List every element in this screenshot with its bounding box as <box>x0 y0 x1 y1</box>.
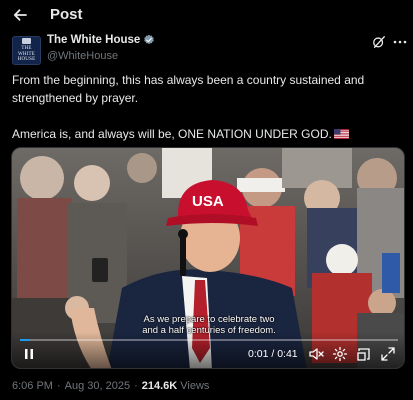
arrow-left-icon <box>13 9 27 21</box>
post-header: Post <box>0 0 413 30</box>
meta-separator-2: · <box>134 380 138 392</box>
pause-icon[interactable] <box>22 347 36 361</box>
verified-badge-icon <box>144 34 155 45</box>
page-title: Post <box>50 6 83 23</box>
video-player[interactable]: USA As we prepare to celebrate two and a… <box>11 147 405 369</box>
caption-line-1: As we prepare to celebrate two <box>143 314 275 325</box>
back-button[interactable] <box>10 5 30 25</box>
post-paragraph-2-text: America is, and always will be, ONE NATI… <box>12 127 332 141</box>
post-time[interactable]: 6:06 PM <box>12 380 53 392</box>
author-handle[interactable]: @WhiteHouse <box>47 50 118 62</box>
picture-in-picture-icon[interactable] <box>356 346 372 362</box>
video-controls: 0:01 / 0:41 <box>12 332 404 368</box>
settings-icon[interactable] <box>332 346 348 362</box>
white-house-seal-icon <box>22 38 31 45</box>
hat-text: USA <box>192 193 224 210</box>
grok-icon[interactable] <box>372 35 386 49</box>
fullscreen-icon[interactable] <box>380 346 396 362</box>
post-meta: 6:06 PM · Aug 30, 2025 · 214.6K Views <box>12 380 209 392</box>
volume-muted-icon[interactable] <box>308 346 324 362</box>
display-name[interactable]: The White House <box>47 34 140 46</box>
more-options-button[interactable] <box>393 35 407 49</box>
progress-fill <box>20 339 30 341</box>
avatar-logo-text: THE WHITE HOUSE <box>17 46 36 63</box>
views-label: Views <box>180 380 210 392</box>
progress-bar[interactable] <box>20 339 398 341</box>
meta-separator: · <box>56 380 61 392</box>
us-flag-icon <box>333 129 349 139</box>
post-paragraph-2: America is, and always will be, ONE NATI… <box>12 125 407 143</box>
more-icon <box>393 40 407 44</box>
video-time: 0:01 / 0:41 <box>248 348 298 360</box>
author-name-row[interactable]: The White House <box>47 34 155 46</box>
avatar[interactable]: THE WHITE HOUSE <box>12 36 41 65</box>
post-date[interactable]: Aug 30, 2025 <box>65 380 130 392</box>
post-paragraph-1: From the beginning, this has always been… <box>12 73 365 105</box>
views-count: 214.6K <box>141 380 178 392</box>
